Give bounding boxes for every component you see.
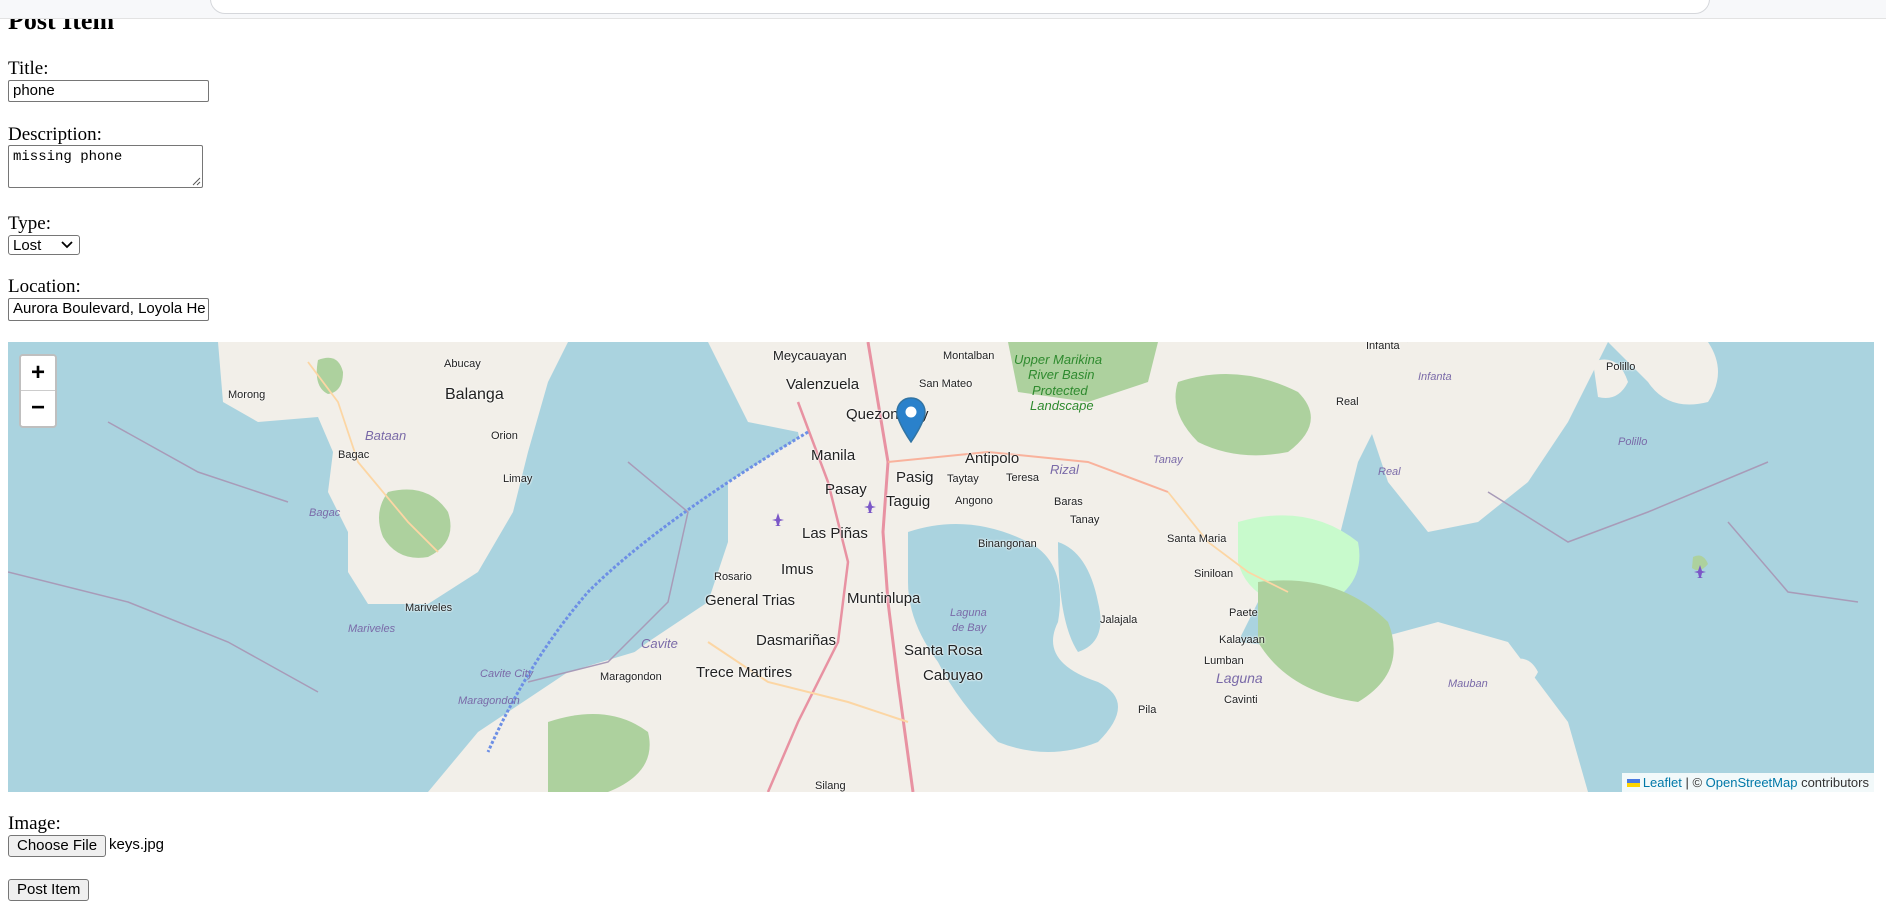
place-trece-martires: Trece Martires: [696, 664, 793, 681]
place-balanga: Balanga: [445, 386, 504, 403]
place-lumban: Lumban: [1204, 655, 1244, 667]
place-angono: Angono: [955, 495, 993, 507]
post-item-button[interactable]: Post Item: [8, 879, 90, 901]
place-cavite: Cavite: [641, 636, 678, 651]
title-input[interactable]: phone: [8, 80, 209, 102]
place-san-mateo: San Mateo: [919, 378, 973, 390]
place-bagac: Bagac: [338, 449, 370, 461]
place-binangonan: Binangonan: [978, 538, 1037, 550]
place-orion: Orion: [491, 430, 518, 442]
place-imus: Imus: [781, 561, 814, 578]
place-tanay: Tanay: [1070, 514, 1100, 526]
place-antipolo: Antipolo: [965, 450, 1020, 467]
place-paete: Paete: [1229, 607, 1258, 619]
place-muntinlupa: Muntinlupa: [847, 590, 921, 607]
place-mariveles-sea: Mariveles: [348, 623, 396, 635]
place-pasay: Pasay: [825, 481, 867, 498]
place-mariveles: Mariveles: [405, 602, 453, 614]
place-montalban: Montalban: [943, 350, 995, 362]
type-label: Type:: [8, 213, 51, 234]
place-rizal: Rizal: [1050, 462, 1079, 477]
place-taytay: Taytay: [947, 473, 979, 485]
ukraine-flag-icon: [1626, 779, 1640, 787]
place-morong: Morong: [228, 389, 266, 401]
place-bataan: Bataan: [365, 428, 407, 443]
place-general-trias: General Trias: [705, 592, 796, 609]
place-real: Real: [1336, 396, 1359, 408]
place-upper-marikina: Upper Marikina: [1014, 352, 1103, 367]
place-polillo: Polillo: [1606, 361, 1636, 373]
place-bagac-sea: Bagac: [309, 507, 341, 519]
map-attribution: Leaflet | © OpenStreetMap contributors: [1621, 773, 1874, 792]
attribution-suffix: contributors: [1797, 775, 1869, 790]
place-abucay: Abucay: [444, 358, 481, 370]
zoom-in-button[interactable]: +: [21, 356, 55, 391]
place-pila: Pila: [1138, 704, 1157, 716]
place-tanay-sea: Tanay: [1153, 454, 1183, 466]
location-map[interactable]: Abucay Morong Balanga Bataan Orion Bagac…: [8, 342, 1874, 792]
choose-file-button[interactable]: Choose File: [8, 835, 107, 857]
place-maragondon-sea: Maragondon: [458, 695, 520, 707]
description-text: missing phone: [13, 149, 123, 165]
browser-toolbar: [0, 0, 1886, 19]
place-polillo-sea: Polillo: [1618, 436, 1648, 448]
title-label: Title:: [8, 58, 49, 79]
place-mauban: Mauban: [1448, 678, 1488, 690]
place-pasig: Pasig: [896, 469, 934, 486]
leaflet-link[interactable]: Leaflet: [1643, 775, 1682, 790]
chevron-down-icon: [61, 241, 73, 249]
address-bar[interactable]: [210, 0, 1710, 14]
place-infanta: Infanta: [1366, 342, 1400, 352]
location-label: Location:: [8, 276, 81, 297]
place-laguna: Laguna: [1216, 670, 1263, 686]
place-laguna-de-bay-2: de Bay: [952, 622, 987, 634]
location-input[interactable]: Aurora Boulevard, Loyola He: [8, 298, 209, 321]
place-taguig: Taguig: [886, 493, 931, 510]
place-real-sea: Real: [1378, 466, 1401, 478]
openstreetmap-link[interactable]: OpenStreetMap: [1706, 775, 1798, 790]
place-meycauayan: Meycauayan: [773, 348, 847, 363]
place-cabuyao: Cabuyao: [923, 667, 984, 684]
location-marker-icon[interactable]: [896, 397, 926, 443]
type-select[interactable]: Lost: [8, 235, 80, 255]
image-label: Image:: [8, 813, 61, 834]
type-select-value: Lost: [13, 237, 42, 254]
place-silang: Silang: [815, 780, 846, 792]
place-maragondon: Maragondon: [600, 671, 662, 683]
place-jalajala: Jalajala: [1100, 614, 1138, 626]
map-tiles[interactable]: [8, 342, 1874, 792]
place-river-basin: River Basin: [1028, 367, 1095, 382]
place-las-pinas: Las Piñas: [802, 525, 868, 542]
attribution-separator: | ©: [1681, 775, 1706, 790]
place-kalayaan: Kalayaan: [1219, 634, 1265, 646]
place-limay: Limay: [503, 473, 533, 485]
place-landscape: Landscape: [1030, 398, 1094, 413]
resize-grip-icon[interactable]: [192, 177, 201, 186]
place-laguna-de-bay-1: Laguna: [950, 607, 987, 619]
place-cavinti: Cavinti: [1224, 694, 1258, 706]
place-baras: Baras: [1054, 496, 1083, 508]
place-santa-rosa: Santa Rosa: [904, 642, 983, 659]
selected-file-name: keys.jpg: [109, 836, 165, 853]
place-manila: Manila: [811, 447, 856, 464]
place-rosario: Rosario: [714, 571, 752, 583]
description-label: Description:: [8, 124, 102, 145]
place-teresa: Teresa: [1006, 472, 1040, 484]
description-textarea[interactable]: missing phone: [8, 145, 203, 188]
zoom-out-button[interactable]: −: [21, 391, 55, 425]
place-protected: Protected: [1032, 383, 1088, 398]
place-infanta-sea: Infanta: [1418, 371, 1452, 383]
place-valenzuela: Valenzuela: [786, 376, 860, 393]
zoom-control: + −: [19, 354, 57, 428]
place-dasmarinas: Dasmariñas: [756, 632, 837, 649]
place-cavite-city: Cavite City: [480, 668, 534, 680]
place-santa-maria: Santa Maria: [1167, 533, 1227, 545]
place-siniloan: Siniloan: [1194, 568, 1234, 580]
